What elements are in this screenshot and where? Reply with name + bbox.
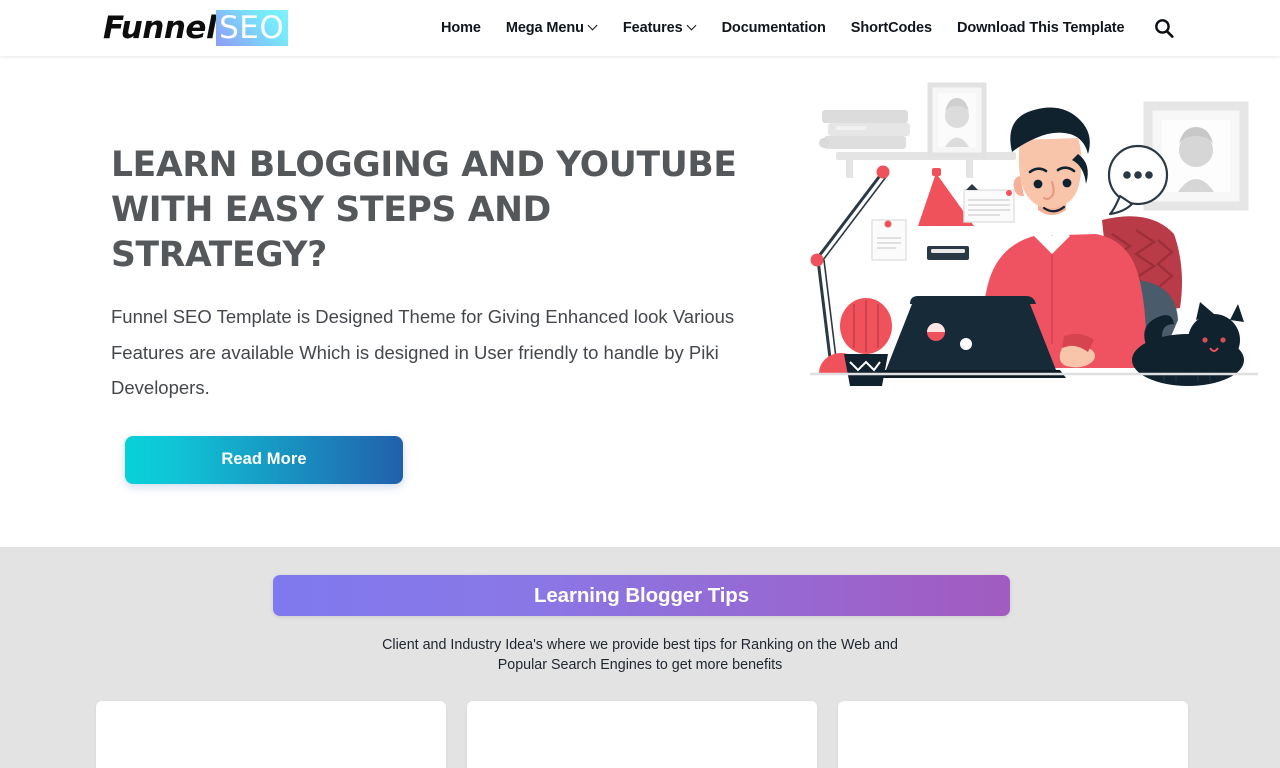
search-button[interactable]: [1151, 15, 1177, 41]
hero-section: Learn Blogging and Youtube With Easy Ste…: [0, 56, 1280, 547]
hero-paragraph: Funnel SEO Template is Designed Theme fo…: [111, 306, 735, 398]
nav-item-documentation[interactable]: Documentation: [709, 20, 838, 36]
tip-card[interactable]: [838, 701, 1188, 768]
nav-label-shortcodes: ShortCodes: [850, 20, 932, 36]
shelf-group: [836, 152, 1016, 178]
workspace-illustration-svg: [810, 82, 1258, 386]
logo-accent-badge: SEO: [216, 10, 289, 46]
tips-description-line-1: Client and Industry Idea's where we prov…: [382, 637, 898, 653]
nav-label-documentation: Documentation: [721, 20, 826, 36]
main-navigation: Home Mega Menu Features Documentation Sh…: [428, 15, 1280, 41]
tip-card[interactable]: [96, 701, 446, 768]
books-stack: [819, 110, 910, 149]
hero-text-block: Learn Blogging and Youtube With Easy Ste…: [111, 143, 751, 484]
frame-photo-left: [927, 82, 987, 158]
hero-title: Learn Blogging and Youtube With Easy Ste…: [111, 143, 751, 278]
learning-tips-section: Learning Blogger Tips Client and Industr…: [0, 547, 1280, 768]
nav-label-download-template: Download This Template: [956, 20, 1125, 36]
nav-item-home[interactable]: Home: [428, 20, 493, 36]
nav-item-shortcodes[interactable]: ShortCodes: [838, 20, 944, 36]
hero-title-line-2: With Easy Steps and Strategy?: [111, 190, 552, 275]
nav-item-download-template[interactable]: Download This Template: [944, 20, 1137, 36]
tips-description-line-2: Popular Search Engines to get more benef…: [497, 656, 783, 673]
site-logo[interactable]: Funnel SEO: [103, 8, 289, 48]
hero-illustration: [806, 68, 1261, 388]
chevron-down-icon: [688, 22, 697, 31]
read-more-button[interactable]: Read More: [125, 435, 403, 484]
nav-label-features: Features: [622, 20, 683, 36]
tips-banner: Learning Blogger Tips: [273, 575, 1010, 616]
logo-primary-text: Funnel: [103, 9, 217, 46]
hero-title-line-1: Learn Blogging and Youtube: [111, 145, 737, 185]
tips-card-row: [96, 701, 1188, 768]
tips-description: Client and Industry Idea's where we prov…: [0, 636, 1280, 675]
nav-label-home: Home: [440, 20, 481, 36]
site-header: Funnel SEO Home Mega Menu Features Docume…: [0, 0, 1280, 56]
chevron-down-icon: [589, 22, 598, 31]
search-icon: [1155, 19, 1174, 38]
nav-item-mega-menu[interactable]: Mega Menu: [493, 20, 610, 36]
nav-label-mega-menu: Mega Menu: [505, 20, 584, 36]
tip-card[interactable]: [467, 701, 817, 768]
nav-item-features[interactable]: Features: [610, 20, 709, 36]
tips-banner-label: Learning Blogger Tips: [533, 583, 750, 607]
